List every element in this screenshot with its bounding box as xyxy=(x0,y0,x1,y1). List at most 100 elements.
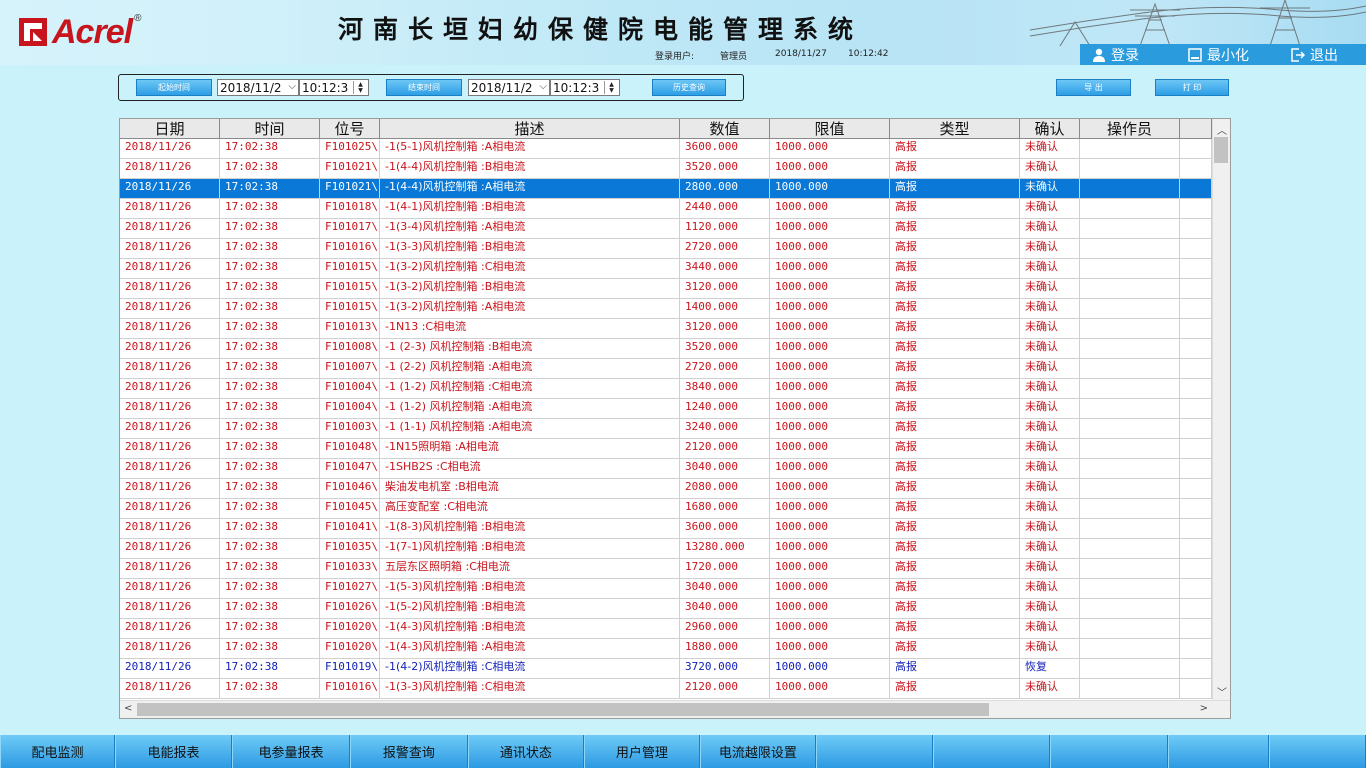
table-row[interactable]: 2018/11/26 17:02:38 F101013\ -1N13 :C相电流 312… xyxy=(120,319,1212,339)
nav-item-12[interactable] xyxy=(1269,735,1366,768)
spinner-arrows-icon[interactable]: ▲ ▼ xyxy=(604,81,618,94)
cell-type: 高报 xyxy=(890,599,1020,619)
cell-description: -1N15照明箱 :A相电流 xyxy=(380,439,680,459)
minimize-button[interactable]: 最小化 xyxy=(1188,46,1249,64)
cell-confirm: 未确认 xyxy=(1020,259,1080,279)
cell-time: 17:02:38 xyxy=(220,399,320,419)
column-header-type[interactable]: 类型 xyxy=(890,119,1020,139)
column-header-limit[interactable]: 限值 xyxy=(770,119,890,139)
chevron-left-icon[interactable]: < xyxy=(124,703,132,714)
table-row[interactable]: 2018/11/26 17:02:38 F101047\ -1SHB2S :C相电流 3… xyxy=(120,459,1212,479)
print-button[interactable]: 打 印 xyxy=(1155,79,1229,96)
end-date-picker[interactable]: 2018/11/2 ⌵ xyxy=(468,79,550,96)
cell-time: 17:02:38 xyxy=(220,599,320,619)
table-row[interactable]: 2018/11/26 17:02:38 F101020\ -1(4-3)风机控制箱 :… xyxy=(120,619,1212,639)
table-row[interactable]: 2018/11/26 17:02:38 F101008\ -1 (2-3) 风机控制箱… xyxy=(120,339,1212,359)
table-row[interactable]: 2018/11/26 17:02:38 F101048\ -1N15照明箱 :A相电流… xyxy=(120,439,1212,459)
nav-item-7[interactable]: 电流越限设置 xyxy=(699,735,816,768)
table-row[interactable]: 2018/11/26 17:02:38 F101025\ -1(5-1)风机控制箱 :… xyxy=(120,139,1212,159)
cell-limit: 1000.000 xyxy=(770,239,890,259)
app-header: Acrel ® 河南长垣妇幼保健院电能管理系统 登录用户: 管理员 2018/1… xyxy=(0,0,1366,65)
cell-time: 17:02:38 xyxy=(220,479,320,499)
table-row[interactable]: 2018/11/26 17:02:38 F101018\ -1(4-1)风机控制箱 :… xyxy=(120,199,1212,219)
column-header-time[interactable]: 时间 xyxy=(220,119,320,139)
table-row[interactable]: 2018/11/26 17:02:38 F101021\ -1(4-4)风机控制箱 :… xyxy=(120,179,1212,199)
table-row[interactable]: 2018/11/26 17:02:38 F101033\ 五层东区照明箱 :C相电流 1… xyxy=(120,559,1212,579)
table-row[interactable]: 2018/11/26 17:02:38 F101004\ -1 (1-2) 风机控制箱… xyxy=(120,399,1212,419)
vertical-scrollbar[interactable]: ︿ ﹀ xyxy=(1212,119,1230,701)
horizontal-scrollbar[interactable]: < > xyxy=(120,700,1230,718)
cell-type: 高报 xyxy=(890,399,1020,419)
column-header-tag[interactable]: 位号 xyxy=(320,119,380,139)
nav-item-6[interactable]: 用户管理 xyxy=(583,735,700,768)
nav-item-8[interactable] xyxy=(815,735,933,768)
cell-confirm: 未确认 xyxy=(1020,479,1080,499)
alarm-table[interactable]: 日期 时间 位号 描述 数值 限值 类型 确认 操作员 2018/11/26 17:02:38 F1… xyxy=(119,118,1231,719)
table-row[interactable]: 2018/11/26 17:02:38 F101017\ -1(3-4)风机控制箱 :… xyxy=(120,219,1212,239)
column-header-operator[interactable]: 操作员 xyxy=(1080,119,1180,139)
cell-date: 2018/11/26 xyxy=(120,679,220,699)
column-header-description[interactable]: 描述 xyxy=(380,119,680,139)
start-time-picker[interactable]: 10:12:3 ▲ ▼ xyxy=(299,79,369,96)
table-row[interactable]: 2018/11/26 17:02:38 F101007\ -1 (2-2) 风机控制箱… xyxy=(120,359,1212,379)
bottom-nav: 配电监测 电能报表 电参量报表 报警查询 通讯状态 用户管理 电流越限设置 xyxy=(0,735,1366,768)
table-row[interactable]: 2018/11/26 17:02:38 F101045\ 高压变配室 :C相电流 168… xyxy=(120,499,1212,519)
column-header-date[interactable]: 日期 xyxy=(120,119,220,139)
cell-limit: 1000.000 xyxy=(770,199,890,219)
column-header-extra[interactable] xyxy=(1180,119,1212,139)
export-button[interactable]: 导 出 xyxy=(1056,79,1131,96)
table-row[interactable]: 2018/11/26 17:02:38 F101015\ -1(3-2)风机控制箱 :… xyxy=(120,299,1212,319)
spinner-arrows-icon[interactable]: ▲ ▼ xyxy=(353,81,367,94)
nav-item-2[interactable]: 电能报表 xyxy=(115,735,233,768)
nav-item-1[interactable]: 配电监测 xyxy=(0,735,116,768)
table-row[interactable]: 2018/11/26 17:02:38 F101027\ -1(5-3)风机控制箱 :… xyxy=(120,579,1212,599)
end-time-picker[interactable]: 10:12:3 ▲ ▼ xyxy=(550,79,620,96)
nav-item-3[interactable]: 电参量报表 xyxy=(232,735,350,768)
table-row[interactable]: 2018/11/26 17:02:38 F101016\ -1(3-3)风机控制箱 :… xyxy=(120,239,1212,259)
table-row[interactable]: 2018/11/26 17:02:38 F101019\ -1(4-2)风机控制箱 :… xyxy=(120,659,1212,679)
cell-limit: 1000.000 xyxy=(770,639,890,659)
table-row[interactable]: 2018/11/26 17:02:38 F101003\ -1 (1-1) 风机控制箱… xyxy=(120,419,1212,439)
cell-extra xyxy=(1180,279,1212,299)
cell-description: -1 (1-2) 风机控制箱 :A相电流 xyxy=(380,399,680,419)
table-row[interactable]: 2018/11/26 17:02:38 F101035\ -1(7-1)风机控制箱 :… xyxy=(120,539,1212,559)
cell-description: 五层东区照明箱 :C相电流 xyxy=(380,559,680,579)
cell-value: 1880.000 xyxy=(680,639,770,659)
table-row[interactable]: 2018/11/26 17:02:38 F101016\ -1(3-3)风机控制箱 :… xyxy=(120,679,1212,699)
cell-description: -1(3-3)风机控制箱 :B相电流 xyxy=(380,239,680,259)
table-row[interactable]: 2018/11/26 17:02:38 F101041\ -1(8-3)风机控制箱 :… xyxy=(120,519,1212,539)
history-query-button[interactable]: 历史查询 xyxy=(652,79,726,96)
vertical-scroll-thumb[interactable] xyxy=(1214,137,1228,163)
chevron-right-icon[interactable]: > xyxy=(1200,703,1208,714)
cell-tag: F101018\ xyxy=(320,199,380,219)
column-header-confirm[interactable]: 确认 xyxy=(1020,119,1080,139)
table-row[interactable]: 2018/11/26 17:02:38 F101004\ -1 (1-2) 风机控制箱… xyxy=(120,379,1212,399)
cell-type: 高报 xyxy=(890,459,1020,479)
exit-button[interactable]: 退出 xyxy=(1291,46,1338,64)
chevron-down-icon[interactable]: ﹀ xyxy=(1217,684,1227,699)
cell-date: 2018/11/26 xyxy=(120,219,220,239)
nav-item-10[interactable] xyxy=(1049,735,1168,768)
cell-date: 2018/11/26 xyxy=(120,159,220,179)
nav-item-5[interactable]: 通讯状态 xyxy=(467,735,584,768)
horizontal-scroll-thumb[interactable] xyxy=(137,703,989,716)
table-row[interactable]: 2018/11/26 17:02:38 F101046\ 柴油发电机室 :B相电流 20… xyxy=(120,479,1212,499)
start-date-picker[interactable]: 2018/11/2 ⌵ xyxy=(217,79,299,96)
nav-item-11[interactable] xyxy=(1167,735,1270,768)
nav-item-9[interactable] xyxy=(932,735,1050,768)
table-row[interactable]: 2018/11/26 17:02:38 F101026\ -1(5-2)风机控制箱 :… xyxy=(120,599,1212,619)
login-button[interactable]: 登录 xyxy=(1092,46,1139,64)
start-time-button[interactable]: 起始时间 xyxy=(136,79,212,96)
cell-value: 3600.000 xyxy=(680,519,770,539)
column-header-value[interactable]: 数值 xyxy=(680,119,770,139)
table-row[interactable]: 2018/11/26 17:02:38 F101015\ -1(3-2)风机控制箱 :… xyxy=(120,279,1212,299)
table-row[interactable]: 2018/11/26 17:02:38 F101020\ -1(4-3)风机控制箱 :… xyxy=(120,639,1212,659)
table-row[interactable]: 2018/11/26 17:02:38 F101021\ -1(4-4)风机控制箱 :… xyxy=(120,159,1212,179)
chevron-up-icon[interactable]: ︿ xyxy=(1217,122,1227,137)
nav-item-4[interactable]: 报警查询 xyxy=(349,735,468,768)
cell-operator xyxy=(1080,459,1180,479)
cell-limit: 1000.000 xyxy=(770,159,890,179)
table-row[interactable]: 2018/11/26 17:02:38 F101015\ -1(3-2)风机控制箱 :… xyxy=(120,259,1212,279)
cell-date: 2018/11/26 xyxy=(120,439,220,459)
end-time-button[interactable]: 结束时间 xyxy=(386,79,462,96)
